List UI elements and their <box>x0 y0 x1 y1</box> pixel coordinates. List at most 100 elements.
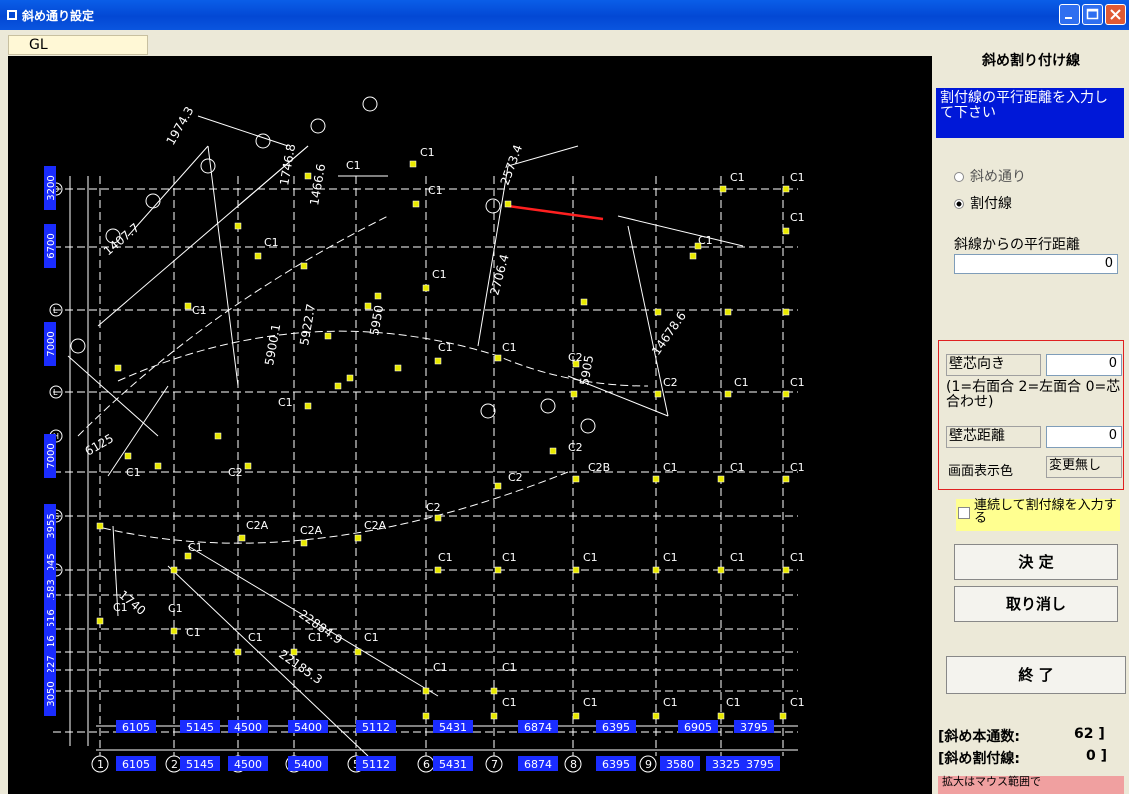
checkbox-icon <box>958 507 970 519</box>
column-label: C1 <box>663 551 678 564</box>
bottom-grid-number: 8 <box>570 758 577 771</box>
bottom-dimension-label: 6874 <box>524 758 552 771</box>
column-label: C1 <box>278 396 293 409</box>
left-dimension-label: 3050 <box>46 681 57 706</box>
column-marker <box>154 462 162 470</box>
instruction-box: 割付線の平行距離を入力して下さい <box>936 88 1124 138</box>
column-label: C1 <box>346 159 361 172</box>
wall-direction-input[interactable]: 0 <box>1046 354 1122 376</box>
parallel-distance-input[interactable]: 0 <box>954 254 1118 274</box>
column-marker <box>717 712 725 720</box>
radio-diagonal[interactable]: 斜め通り <box>954 166 1026 186</box>
radio-on-icon <box>954 199 964 209</box>
column-marker <box>549 447 557 455</box>
column-label: C1 <box>790 696 805 709</box>
column-label: C1 <box>364 631 379 644</box>
cancel-button[interactable]: 取り消し <box>954 586 1118 622</box>
grid-bubble <box>145 193 161 209</box>
bottom-grid-number: 1 <box>97 758 104 771</box>
column-label: C2 <box>228 466 243 479</box>
column-marker <box>779 712 787 720</box>
column-marker <box>124 452 132 460</box>
floor-plan-drawing[interactable]: C1 C1 C1 C1 C1 C1 C1 C1 C1 C1 C1 C2 C2 C1 C1 C2 C2 C2 C2B C… <box>8 56 932 794</box>
column-marker <box>580 298 588 306</box>
diag-count-label: [斜め本通数: <box>938 729 1020 745</box>
radio-allocation[interactable]: 割付線 <box>954 193 1012 213</box>
column-marker <box>334 382 342 390</box>
panel-title: 斜め割り付け線 <box>982 53 1080 69</box>
column-marker <box>346 374 354 382</box>
diagonal-dimension-label: 2573.4 <box>498 143 526 187</box>
wall-distance-input[interactable]: 0 <box>1046 426 1122 448</box>
column-marker <box>434 514 442 522</box>
ok-button[interactable]: 決 定 <box>954 544 1118 580</box>
column-marker <box>364 302 372 310</box>
column-marker <box>717 475 725 483</box>
top-dimension-label: 6905 <box>684 721 712 734</box>
column-marker <box>254 252 262 260</box>
column-label: C1 <box>790 376 805 389</box>
diagonal-line <box>67 355 159 437</box>
column-label: C1 <box>428 184 443 197</box>
diagonal-line <box>197 115 289 147</box>
column-marker <box>494 482 502 490</box>
top-dimension-label: 3795 <box>740 721 768 734</box>
column-marker <box>572 712 580 720</box>
grid-bubble-label: L <box>53 306 58 315</box>
bottom-dimension-label: 3795 <box>746 758 774 771</box>
column-marker <box>572 475 580 483</box>
bottom-grid-number: 6 <box>423 758 430 771</box>
exit-button[interactable]: 終 了 <box>946 656 1126 694</box>
column-marker <box>234 222 242 230</box>
column-label: C1 <box>734 376 749 389</box>
column-marker <box>324 332 332 340</box>
top-dimension-label: 5112 <box>362 721 390 734</box>
column-label: C1 <box>583 551 598 564</box>
column-label: C1 <box>502 661 517 674</box>
column-marker <box>490 712 498 720</box>
diagonal-dimension-label: 5900.1 <box>262 323 283 367</box>
radio-off-icon <box>954 172 964 182</box>
column-marker <box>304 402 312 410</box>
column-marker <box>782 390 790 398</box>
maximize-icon <box>1086 8 1099 20</box>
column-label: C1 <box>790 211 805 224</box>
column-label: C1 <box>726 696 741 709</box>
column-marker <box>374 292 382 300</box>
minimize-button[interactable] <box>1059 4 1080 25</box>
maximize-button[interactable] <box>1082 4 1103 25</box>
column-marker <box>652 475 660 483</box>
close-button[interactable] <box>1105 4 1126 25</box>
display-color-select[interactable]: 変更無し <box>1046 456 1122 478</box>
column-marker <box>724 308 732 316</box>
column-label: C1 <box>432 268 447 281</box>
grid-bubble-label: L <box>53 388 58 397</box>
column-label: C1 <box>663 461 678 474</box>
diagonal-dimension-label: 1466.6 <box>307 163 328 207</box>
column-marker <box>394 364 402 372</box>
column-marker <box>304 172 312 180</box>
column-marker <box>96 522 104 530</box>
column-label: C2A <box>364 519 387 532</box>
column-marker <box>717 566 725 574</box>
diag-alloc-label: [斜め割付線: <box>938 751 1020 767</box>
column-marker <box>570 390 578 398</box>
column-marker <box>782 475 790 483</box>
column-marker <box>434 357 442 365</box>
column-marker <box>170 627 178 635</box>
continuous-label: 連続して割付線を入力する <box>974 498 1117 526</box>
window-title: 斜め通り設定 <box>22 9 95 23</box>
grid-bubble <box>480 403 496 419</box>
drawing-canvas[interactable]: C1 C1 C1 C1 C1 C1 C1 C1 C1 C1 C1 C2 C2 C1 C1 C2 C2 C2 C2B C… <box>8 56 932 794</box>
column-marker <box>490 687 498 695</box>
column-marker <box>234 648 242 656</box>
arc-line <box>77 215 389 437</box>
close-icon <box>1110 9 1121 20</box>
continuous-checkbox[interactable]: 連続して割付線を入力する <box>956 499 1120 531</box>
column-label: C1 <box>420 146 435 159</box>
tab-gl[interactable]: GL <box>8 35 148 55</box>
column-marker <box>572 566 580 574</box>
bottom-dimension-label: 6105 <box>122 758 150 771</box>
column-marker <box>422 712 430 720</box>
left-dimension-label: 7000 <box>46 331 57 356</box>
